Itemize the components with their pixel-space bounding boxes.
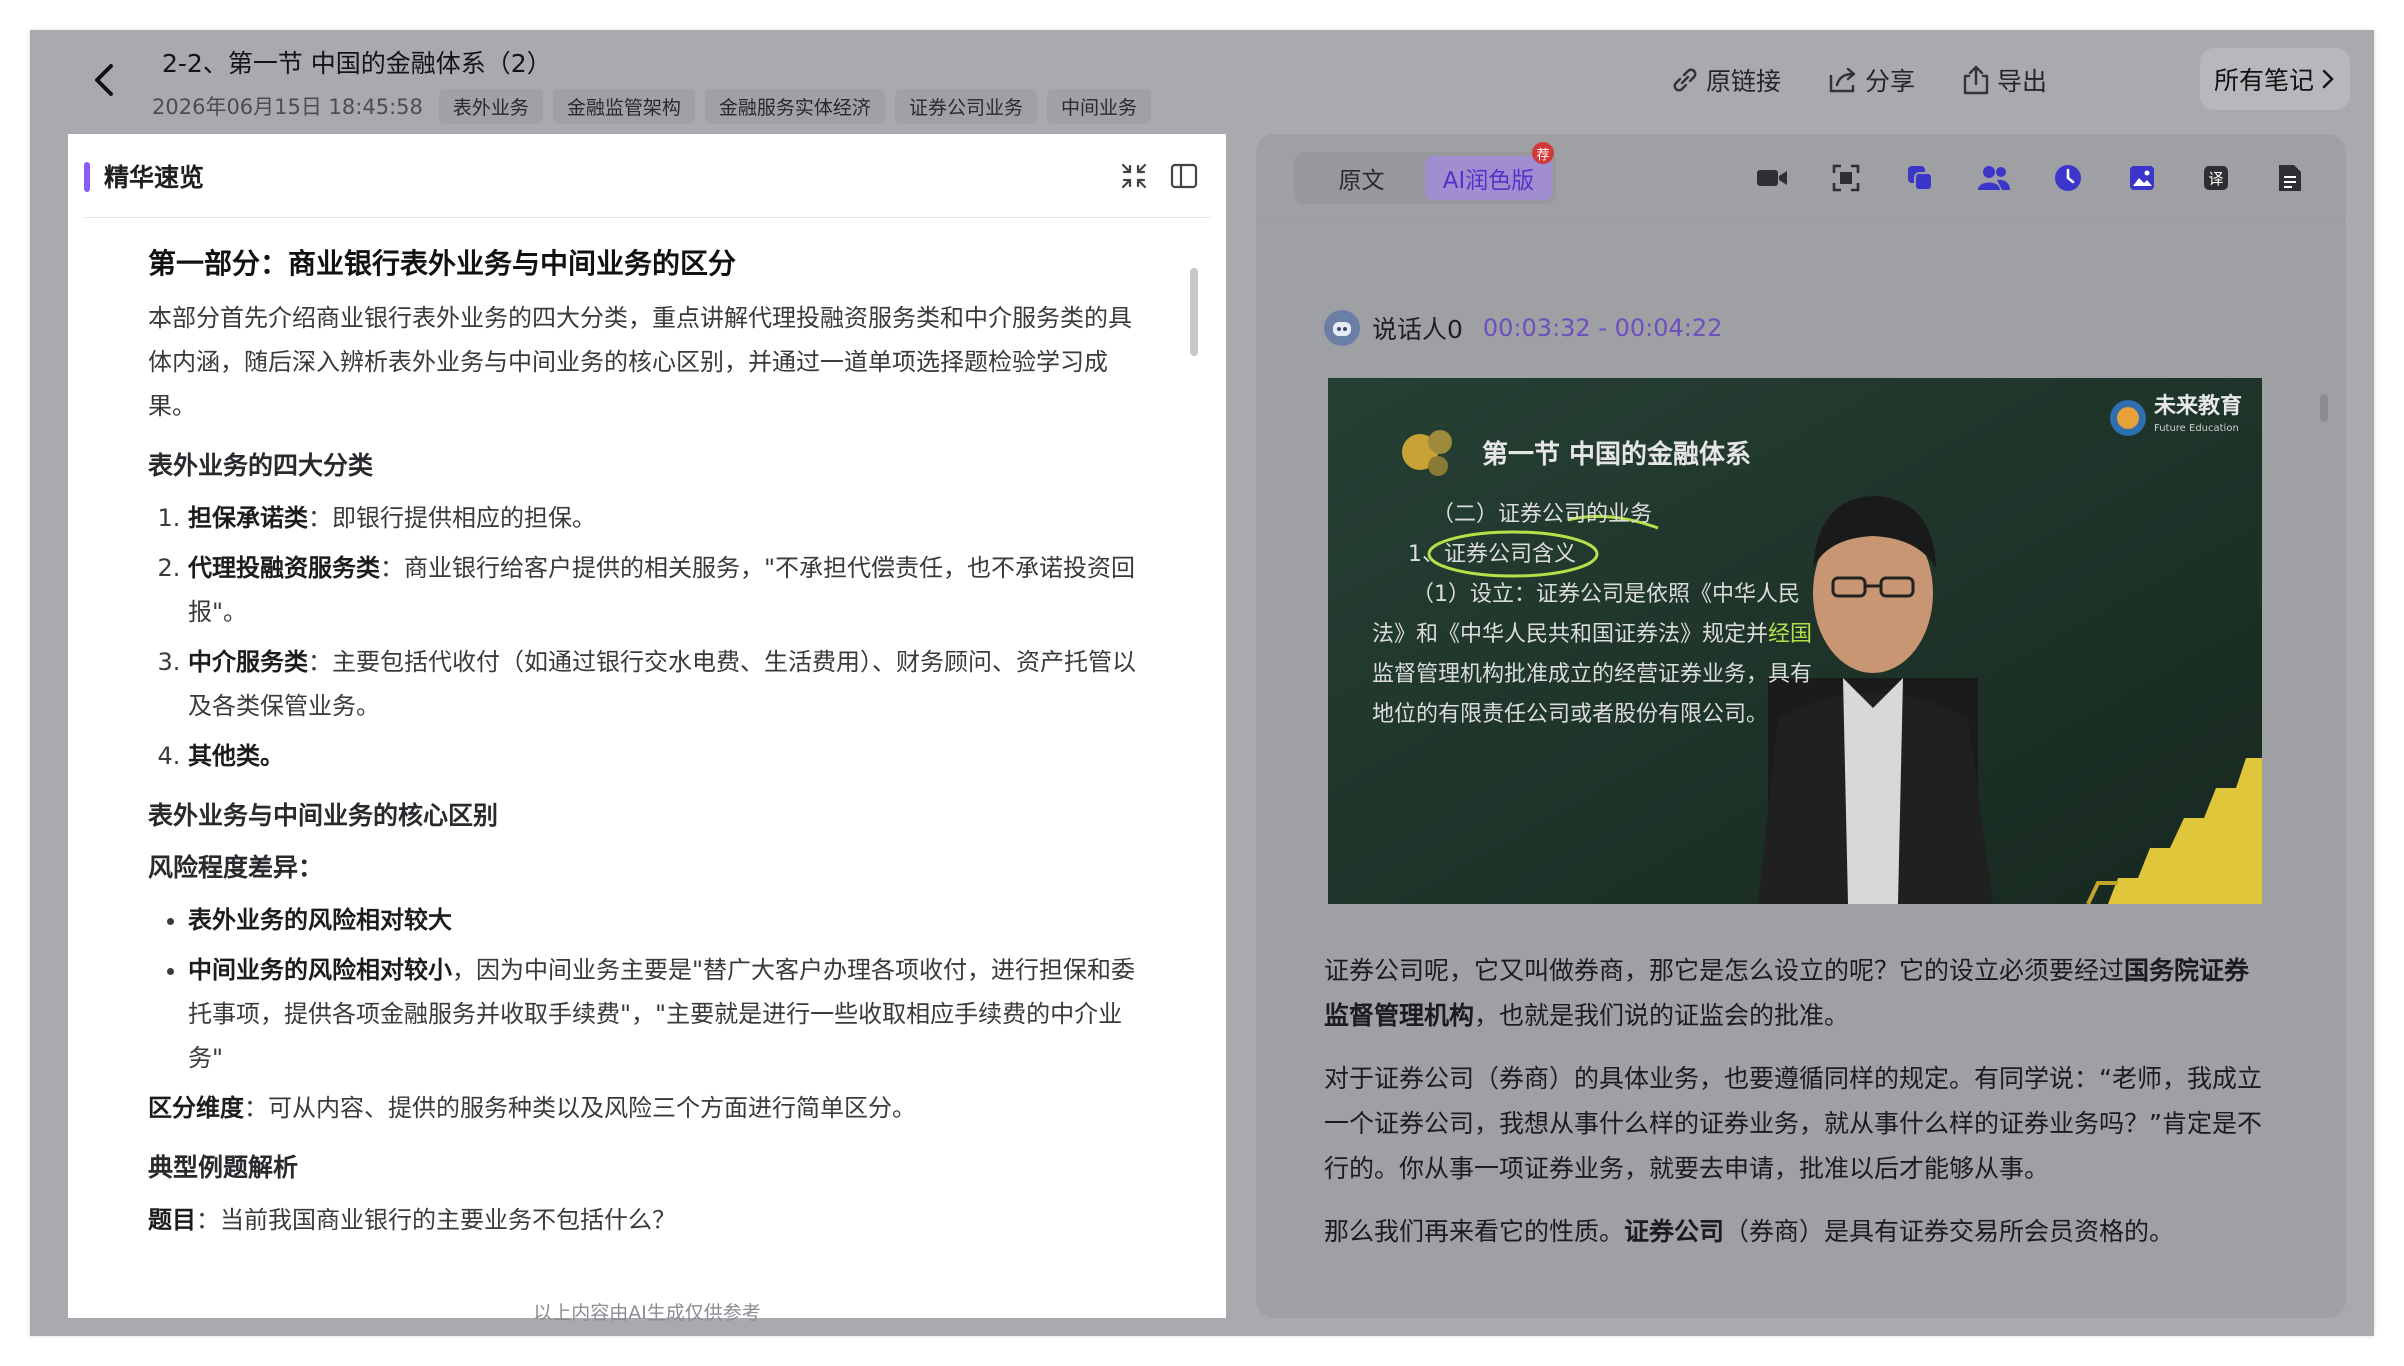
share-icon xyxy=(1829,67,1856,93)
question-paragraph: 题目：当前我国商业银行的主要业务不包括什么？ xyxy=(148,1206,676,1234)
transcript-toolbar: 原文 AI润色版 荐 译 xyxy=(1256,134,2346,220)
transcript-paragraph[interactable]: 证券公司呢，它又叫做券商，那它是怎么设立的呢？它的设立必须要经过国务院证券监督管… xyxy=(1324,948,2274,1038)
header-actions: 原链接 分享 导出 xyxy=(1670,58,2093,102)
risk-list: 表外业务的风险相对较大 中间业务的风险相对较小，因为中间业务主要是"替广大客户办… xyxy=(148,898,1216,1080)
tab-original[interactable]: 原文 xyxy=(1298,156,1425,200)
chevron-left-icon xyxy=(95,64,113,96)
logo-text: 未来教育 xyxy=(2153,394,2242,419)
panel-layout-icon[interactable] xyxy=(1166,158,1202,194)
transcript-paragraph[interactable]: 对于证券公司（券商）的具体业务，也要遵循同样的规定。有同学说：“老师，我成立一个… xyxy=(1324,1056,2274,1191)
transcript-text: 证券公司呢，它又叫做券商，那它是怎么设立的呢？它的设立必须要经过国务院证券监督管… xyxy=(1324,948,2274,1272)
transcript-scrollbar[interactable] xyxy=(2320,394,2328,422)
list-item: 代理投融资服务类：商业银行给客户提供的相关服务，"不承担代偿责任，也不承诺投资回… xyxy=(188,546,1148,634)
transcript-paragraph[interactable]: 那么我们再来看它的性质。证券公司（券商）是具有证券交易所会员资格的。 xyxy=(1324,1209,2274,1254)
slide-line: 法》和《中华人民共和国证券法》规定并经国 xyxy=(1372,622,1813,647)
collapse-icon[interactable] xyxy=(1116,158,1152,194)
tag[interactable]: 证券公司业务 xyxy=(894,88,1037,124)
robot-icon xyxy=(1333,322,1351,336)
speaker-row: 说话人0 00:03:32 - 00:04:22 xyxy=(1324,308,1722,348)
subheading-four-categories: 表外业务的四大分类 xyxy=(148,451,374,480)
summary-header: 精华速览 xyxy=(84,134,1210,218)
speakers-icon[interactable] xyxy=(1974,158,2014,198)
recommend-badge: 荐 xyxy=(1532,142,1554,164)
copy-icon[interactable] xyxy=(1900,158,1940,198)
list-item: 担保承诺类：即银行提供相应的担保。 xyxy=(188,496,1148,540)
list-item: 其他类。 xyxy=(188,734,1148,778)
logo-subtitle: Future Education xyxy=(2153,423,2239,434)
tag[interactable]: 中间业务 xyxy=(1046,88,1151,124)
logo-mark-icon xyxy=(2109,400,2146,436)
slide-line: 监督管理机构批准成立的经营证券业务，具有 xyxy=(1372,662,1813,687)
ai-disclaimer: 以上内容由AI生成仅供参考 xyxy=(533,1302,761,1324)
tag[interactable]: 金融服务实体经济 xyxy=(704,88,885,124)
slide-line: （1）设立：证券公司是依照《中华人民 xyxy=(1412,582,1800,607)
export-button[interactable]: 导出 xyxy=(1961,62,2047,98)
list-item: 中介服务类：主要包括代收付（如通过银行交水电费、生活费用）、财务顾问、资产托管以… xyxy=(188,640,1148,728)
summary-content: 第一部分：商业银行表外业务与中间业务的区分 本部分首先介绍商业银行表外业务的四大… xyxy=(148,244,1216,1282)
slide-line: 地位的有限责任公司或者股份有限公司。 xyxy=(1372,702,1769,727)
slide-line: （二）证券公司的业务 xyxy=(1432,502,1653,527)
back-button[interactable] xyxy=(82,58,126,102)
subheading-risk: 风险程度差异： xyxy=(148,853,324,882)
summary-panel: 精华速览 第一部分：商业银行表外业务与中间业务的区分 本部分首先介绍商业银行表外… xyxy=(68,134,1226,1324)
subheading-example: 典型例题解析 xyxy=(148,1153,299,1182)
export-label: 导出 xyxy=(1997,67,2048,96)
categories-list: 担保承诺类：即银行提供相应的担保。 代理投融资服务类：商业银行给客户提供的相关服… xyxy=(148,496,1216,778)
note-title: 2-2、第一节 中国的金融体系（2） xyxy=(162,49,552,78)
original-link-label: 原链接 xyxy=(1706,67,1782,96)
slide-line: 1、证券公司含义 xyxy=(1408,542,1576,567)
speaker-avatar xyxy=(1324,310,1360,346)
time-range[interactable]: 00:03:32 - 00:04:22 xyxy=(1483,314,1723,342)
svg-text:译: 译 xyxy=(2208,170,2223,188)
dimension-paragraph: 区分维度：可从内容、提供的服务种类以及风险三个方面进行简单区分。 xyxy=(148,1094,916,1122)
share-label: 分享 xyxy=(1865,67,1916,96)
clock-icon[interactable] xyxy=(2048,158,2088,198)
note-date: 2026年06月15日 18:45:58 xyxy=(152,95,423,119)
all-notes-button[interactable]: 所有笔记 xyxy=(2200,48,2350,110)
list-item: 中间业务的风险相对较小，因为中间业务主要是"替广大客户办理各项收付，进行担保和委… xyxy=(188,948,1148,1080)
chevron-right-icon xyxy=(2322,69,2334,89)
subheading-core-difference: 表外业务与中间业务的核心区别 xyxy=(148,801,499,830)
tab-ai-polished-label: AI润色版 xyxy=(1442,168,1535,194)
transcript-panel: 原文 AI润色版 荐 译 说话人0 00:03:32 - 00:04:22 未来… xyxy=(1256,134,2346,1318)
share-button[interactable]: 分享 xyxy=(1827,62,1915,98)
section-heading: 第一部分：商业银行表外业务与中间业务的区分 xyxy=(148,247,737,280)
image-icon[interactable] xyxy=(2122,158,2162,198)
translate-icon[interactable]: 译 xyxy=(2196,158,2236,198)
summary-title: 精华速览 xyxy=(104,163,205,192)
tag[interactable]: 金融监管架构 xyxy=(552,88,695,124)
video-player[interactable]: 未来教育 Future Education 第一节 中国的金融体系 （二）证券公司… xyxy=(1328,378,2262,904)
education-logo: 未来教育 Future Education xyxy=(2108,396,2242,440)
screenshot-icon[interactable] xyxy=(1826,158,1866,198)
meta-row: 2026年06月15日 18:45:58 表外业务 金融监管架构 金融服务实体经… xyxy=(152,88,1161,124)
app-window: 2-2、第一节 中国的金融体系（2） 2026年06月15日 18:45:58 … xyxy=(30,30,2374,1336)
video-camera-icon[interactable] xyxy=(1752,158,1792,198)
list-item: 表外业务的风险相对较大 xyxy=(188,898,1148,942)
summary-scrollbar[interactable] xyxy=(1190,268,1198,356)
version-toggle: 原文 AI润色版 荐 xyxy=(1294,142,1556,204)
link-icon xyxy=(1673,68,1697,92)
accent-bar xyxy=(84,162,90,192)
tab-ai-polished[interactable]: AI润色版 荐 xyxy=(1425,142,1554,200)
export-icon xyxy=(1963,65,1989,95)
original-link-button[interactable]: 原链接 xyxy=(1670,62,1781,98)
document-icon[interactable] xyxy=(2270,158,2310,198)
speaker-name[interactable]: 说话人0 xyxy=(1372,310,1463,346)
all-notes-label: 所有笔记 xyxy=(2213,66,2314,95)
slide-title: 第一节 中国的金融体系 xyxy=(1482,440,1752,470)
intro-paragraph: 本部分首先介绍商业银行表外业务的四大分类，重点讲解代理投融资服务类和中介服务类的… xyxy=(148,304,1132,420)
tag[interactable]: 表外业务 xyxy=(438,88,543,124)
